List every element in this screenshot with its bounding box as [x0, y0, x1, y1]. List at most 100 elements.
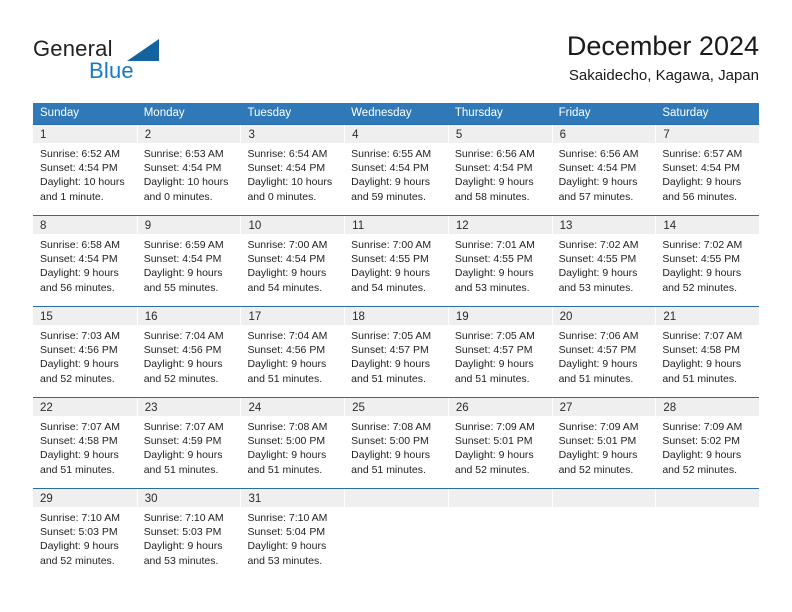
- sunset-text: Sunset: 4:54 PM: [40, 253, 118, 266]
- daylight-text-line2: and 55 minutes.: [143, 281, 219, 294]
- day-details: Sunrise: 7:02 AM Sunset: 4:55 PM Dayligh…: [655, 234, 759, 295]
- day-cell[interactable]: 13 Sunrise: 7:02 AM Sunset: 4:55 PM Dayl…: [551, 216, 656, 306]
- daylight-text-line1: Daylight: 9 hours: [247, 449, 327, 462]
- day-cell[interactable]: 17 Sunrise: 7:04 AM Sunset: 4:56 PM Dayl…: [240, 307, 345, 397]
- sunset-text: Sunset: 5:01 PM: [558, 435, 637, 448]
- day-cell[interactable]: 21 Sunrise: 7:07 AM Sunset: 4:58 PM Dayl…: [655, 307, 760, 397]
- day-number-band: 1: [33, 125, 137, 143]
- sunset-text: Sunset: 5:03 PM: [40, 526, 118, 539]
- day-number-band: 19: [447, 307, 552, 325]
- day-details: Sunrise: 7:08 AM Sunset: 5:00 PM Dayligh…: [344, 416, 448, 477]
- day-cell[interactable]: 9 Sunrise: 6:59 AM Sunset: 4:54 PM Dayli…: [136, 216, 241, 306]
- day-number-band: 13: [551, 216, 656, 234]
- day-number: 19: [455, 311, 469, 323]
- day-cell[interactable]: 2 Sunrise: 6:53 AM Sunset: 4:54 PM Dayli…: [136, 125, 241, 215]
- daylight-text-line2: and 54 minutes.: [351, 281, 426, 294]
- day-cell[interactable]: 4 Sunrise: 6:55 AM Sunset: 4:54 PM Dayli…: [344, 125, 448, 215]
- day-number-band: 3: [240, 125, 345, 143]
- daylight-text-line2: and 51 minutes.: [247, 463, 323, 476]
- daylight-text-line1: Daylight: 9 hours: [454, 267, 534, 280]
- daylight-text-line1: Daylight: 9 hours: [40, 267, 119, 280]
- sunrise-text: Sunrise: 6:53 AM: [143, 148, 224, 160]
- sunset-text: Sunset: 4:55 PM: [351, 253, 429, 266]
- sunset-text: Sunset: 4:56 PM: [247, 344, 326, 357]
- sunset-text: Sunset: 4:57 PM: [558, 344, 637, 357]
- sunset-text: Sunset: 4:58 PM: [662, 344, 740, 357]
- day-cell[interactable]: 28 Sunrise: 7:09 AM Sunset: 5:02 PM Dayl…: [655, 398, 760, 488]
- daylight-text-line1: Daylight: 9 hours: [558, 449, 638, 462]
- day-cell[interactable]: 19 Sunrise: 7:05 AM Sunset: 4:57 PM Dayl…: [447, 307, 552, 397]
- sunrise-text: Sunrise: 6:54 AM: [247, 148, 328, 160]
- sunrise-text: Sunrise: 6:56 AM: [558, 148, 639, 160]
- day-cell[interactable]: 12 Sunrise: 7:01 AM Sunset: 4:55 PM Dayl…: [447, 216, 552, 306]
- day-number-band: 27: [551, 398, 656, 416]
- day-details: Sunrise: 7:09 AM Sunset: 5:02 PM Dayligh…: [655, 416, 759, 477]
- day-cell[interactable]: 25 Sunrise: 7:08 AM Sunset: 5:00 PM Dayl…: [344, 398, 448, 488]
- sunrise-text: Sunrise: 7:02 AM: [662, 239, 743, 251]
- day-cell[interactable]: 7 Sunrise: 6:57 AM Sunset: 4:54 PM Dayli…: [655, 125, 760, 215]
- day-number-band: 24: [240, 398, 345, 416]
- sunset-text: Sunset: 4:55 PM: [454, 253, 533, 266]
- sunset-text: Sunset: 4:55 PM: [662, 253, 740, 266]
- day-number: 24: [248, 402, 262, 414]
- day-cell[interactable]: 20 Sunrise: 7:06 AM Sunset: 4:57 PM Dayl…: [551, 307, 656, 397]
- day-cell[interactable]: 22 Sunrise: 7:07 AM Sunset: 4:58 PM Dayl…: [33, 398, 137, 488]
- day-cell[interactable]: 16 Sunrise: 7:04 AM Sunset: 4:56 PM Dayl…: [136, 307, 241, 397]
- sunrise-text: Sunrise: 7:10 AM: [143, 512, 224, 524]
- daylight-text-line2: and 58 minutes.: [454, 190, 530, 203]
- day-number: 15: [40, 311, 53, 323]
- day-number-band: 14: [655, 216, 760, 234]
- day-details: Sunrise: 7:10 AM Sunset: 5:03 PM Dayligh…: [137, 507, 241, 568]
- general-blue-logo[interactable]: General Blue: [33, 36, 213, 92]
- day-cell[interactable]: 11 Sunrise: 7:00 AM Sunset: 4:55 PM Dayl…: [344, 216, 448, 306]
- day-number-band: [551, 489, 656, 507]
- daylight-text-line1: Daylight: 9 hours: [143, 267, 223, 280]
- daylight-text-line1: Daylight: 10 hours: [40, 176, 125, 189]
- sunrise-text: Sunrise: 7:08 AM: [351, 421, 432, 433]
- day-cell[interactable]: 10 Sunrise: 7:00 AM Sunset: 4:54 PM Dayl…: [240, 216, 345, 306]
- day-number: 20: [559, 311, 573, 323]
- sunrise-text: Sunrise: 7:09 AM: [454, 421, 535, 433]
- sunrise-text: Sunrise: 7:01 AM: [454, 239, 535, 251]
- day-cell[interactable]: 8 Sunrise: 6:58 AM Sunset: 4:54 PM Dayli…: [33, 216, 137, 306]
- page-subtitle: Sakaidecho, Kagawa, Japan: [568, 67, 759, 84]
- sunset-text: Sunset: 5:00 PM: [351, 435, 429, 448]
- day-cell[interactable]: 26 Sunrise: 7:09 AM Sunset: 5:01 PM Dayl…: [447, 398, 552, 488]
- weekday-header-friday: Friday: [558, 107, 591, 119]
- sunrise-text: Sunrise: 7:07 AM: [40, 421, 120, 433]
- day-cell[interactable]: 18 Sunrise: 7:05 AM Sunset: 4:57 PM Dayl…: [344, 307, 448, 397]
- day-cell[interactable]: 1 Sunrise: 6:52 AM Sunset: 4:54 PM Dayli…: [33, 125, 137, 215]
- daylight-text-line2: and 56 minutes.: [662, 190, 738, 203]
- sunrise-text: Sunrise: 7:06 AM: [558, 330, 639, 342]
- day-number: 12: [455, 220, 469, 232]
- day-cell[interactable]: 23 Sunrise: 7:07 AM Sunset: 4:59 PM Dayl…: [136, 398, 241, 488]
- day-cell[interactable]: 30 Sunrise: 7:10 AM Sunset: 5:03 PM Dayl…: [136, 489, 241, 579]
- day-cell[interactable]: 31 Sunrise: 7:10 AM Sunset: 5:04 PM Dayl…: [240, 489, 345, 579]
- day-details: Sunrise: 7:10 AM Sunset: 5:04 PM Dayligh…: [240, 507, 344, 568]
- sunset-text: Sunset: 4:57 PM: [351, 344, 429, 357]
- daylight-text-line1: Daylight: 9 hours: [143, 449, 223, 462]
- day-cell[interactable]: 27 Sunrise: 7:09 AM Sunset: 5:01 PM Dayl…: [551, 398, 656, 488]
- daylight-text-line2: and 1 minute.: [40, 190, 104, 203]
- sunrise-text: Sunrise: 7:02 AM: [558, 239, 639, 251]
- day-cell[interactable]: 24 Sunrise: 7:08 AM Sunset: 5:00 PM Dayl…: [240, 398, 345, 488]
- day-cell[interactable]: 3 Sunrise: 6:54 AM Sunset: 4:54 PM Dayli…: [240, 125, 345, 215]
- sunrise-text: Sunrise: 7:00 AM: [247, 239, 328, 251]
- weekday-header-monday: Monday: [143, 107, 185, 119]
- day-number-band: 4: [344, 125, 448, 143]
- day-cell[interactable]: 5 Sunrise: 6:56 AM Sunset: 4:54 PM Dayli…: [447, 125, 552, 215]
- day-cell[interactable]: 29 Sunrise: 7:10 AM Sunset: 5:03 PM Dayl…: [33, 489, 137, 579]
- day-cell-empty: [447, 489, 552, 579]
- sunset-text: Sunset: 4:54 PM: [454, 162, 533, 175]
- day-number-band: 16: [136, 307, 241, 325]
- day-number: [656, 493, 663, 505]
- day-cell[interactable]: 14 Sunrise: 7:02 AM Sunset: 4:55 PM Dayl…: [655, 216, 760, 306]
- daylight-text-line1: Daylight: 9 hours: [351, 267, 430, 280]
- day-details: Sunrise: 7:07 AM Sunset: 4:58 PM Dayligh…: [33, 416, 137, 477]
- week-row: 22 Sunrise: 7:07 AM Sunset: 4:58 PM Dayl…: [33, 397, 760, 488]
- sunrise-text: Sunrise: 7:04 AM: [143, 330, 224, 342]
- day-cell[interactable]: 15 Sunrise: 7:03 AM Sunset: 4:56 PM Dayl…: [33, 307, 137, 397]
- sunset-text: Sunset: 5:04 PM: [247, 526, 326, 539]
- day-cell[interactable]: 6 Sunrise: 6:56 AM Sunset: 4:54 PM Dayli…: [551, 125, 656, 215]
- sunset-text: Sunset: 4:59 PM: [143, 435, 222, 448]
